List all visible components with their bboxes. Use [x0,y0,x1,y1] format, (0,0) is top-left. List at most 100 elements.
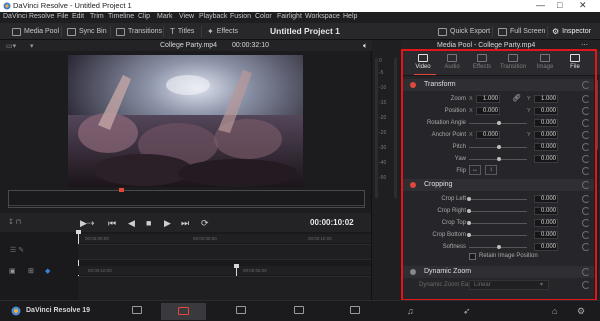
toolbar: Media Pool Sync Bin Transitions T Titles… [0,23,600,40]
edit-page-button[interactable] [161,303,206,320]
transitions-label: Transitions [128,28,162,35]
cut-page-icon [235,306,246,314]
fusion-page-button[interactable] [292,305,305,316]
effects-icon: ✦ [207,27,214,36]
menu-trim[interactable]: Trim [90,13,104,20]
sync-bin-icon [67,27,76,36]
menu-fairlight[interactable]: Fairlight [277,13,302,20]
home-icon[interactable]: ⌂ [552,306,557,316]
media-pool-button[interactable]: Media Pool [12,26,59,37]
menu-davinci-resolve[interactable]: DaVinci Resolve [3,13,54,20]
speaker-icon[interactable]: 🔈︎ [363,41,368,51]
export-icon [438,27,447,36]
davinci-resolve-logo-icon [11,306,21,316]
menu-fusion[interactable]: Fusion [230,13,251,20]
menu-help[interactable]: Help [343,13,357,20]
meter-tick: -40 [379,160,387,166]
close-button[interactable]: ✕ [579,0,587,11]
track-options-icon[interactable]: ☰ ✎ [10,246,24,254]
maximize-button[interactable]: □ [557,0,562,11]
video-track-upper[interactable] [78,244,371,260]
window-title-bar: DaVinci Resolve - Untitled Project 1 — □… [0,0,600,12]
media-page-icon [131,306,142,314]
timeline-playhead-handle[interactable] [76,230,81,234]
effects-button[interactable]: ✦ Effects [207,26,238,37]
play-button[interactable]: ▶ [164,218,171,229]
menu-view[interactable]: View [179,13,194,20]
video-frame [68,55,303,187]
scrub-playhead[interactable] [119,188,124,192]
menu-playback[interactable]: Playback [199,13,227,20]
page-navigation-bar: DaVinci Resolve 19 ♫ ➶ ⌂ ⚙ [0,300,600,321]
media-pool-icon [12,27,21,36]
meter-bar-right [394,58,397,198]
settings-gear-icon[interactable]: ⚙ [577,306,585,317]
menu-workspace[interactable]: Workspace [305,13,340,20]
meter-tick: -20 [379,115,387,121]
viewer-layout-icon[interactable]: ▭▾ [6,42,16,50]
ruler-label: 00:00:06:00 [243,268,267,273]
fairlight-page-icon[interactable]: ♫ [407,306,414,316]
playhead-timecode: 00:00:10:02 [310,218,354,227]
sync-bin-button[interactable]: Sync Bin [67,26,107,37]
minimize-button[interactable]: — [536,0,545,11]
titles-button[interactable]: T Titles [170,26,194,37]
color-page-button[interactable] [348,305,361,316]
menu-edit[interactable]: Edit [72,13,84,20]
menu-clip[interactable]: Clip [138,13,150,20]
toolbar-divider [110,26,111,37]
jump-end-button[interactable]: ⏭ [181,218,189,229]
transitions-button[interactable]: Transitions [116,26,162,37]
loop-mode-icon[interactable]: ▶⇢ [80,218,94,229]
menu-timeline[interactable]: Timeline [108,13,134,20]
inspector-options-icon[interactable]: ⋯ [581,41,588,49]
cut-page-button[interactable] [234,305,247,316]
shield-icon[interactable]: ◆ [45,267,50,275]
meter-tick: -50 [379,175,387,181]
meter-tick: 0 [379,58,382,64]
video-track-lower[interactable] [78,276,371,300]
stop-button[interactable]: ■ [146,218,151,228]
media-page-button[interactable] [130,305,143,316]
viewer-clip-name: College Party.mp4 [160,42,218,49]
transport-controls: ↧ ⊓ ▶⇢ ⏮ ◀ ■ ▶ ⏭ ⟳ 00:00:10:02 [0,213,371,232]
toolbar-divider [547,26,548,37]
zoom-dropdown[interactable]: ▾ [30,42,34,50]
meter-tick: -15 [379,100,387,106]
edit-page-icon [178,307,189,315]
meter-tick: -5 [379,70,384,76]
davinci-logo-icon [3,2,11,10]
in-out-icon[interactable]: ↧ ⊓ [8,218,21,226]
viewer-scrub-bar[interactable] [8,188,365,208]
toolbar-divider [201,26,202,37]
timeline-ruler-upper[interactable]: 00:00:05:00 00:00:08:00 00:00:10:00 [78,234,371,243]
menu-color[interactable]: Color [255,13,272,20]
ruler-label: 00:00:10:00 [88,268,112,273]
loop-button[interactable]: ⟳ [201,218,209,229]
timeline-ruler-lower[interactable]: 00:00:10:00 00:00:06:00 [78,266,371,275]
app-name: DaVinci Resolve 19 [26,307,91,314]
scrub-track [9,205,364,206]
ruler-label: 00:00:10:00 [308,236,332,241]
fusion-page-icon [293,306,304,314]
video-track-icon[interactable]: ▣ [9,267,16,275]
deliver-page-icon[interactable]: ➶ [463,306,471,317]
video-frame-image [68,55,303,187]
timeline-panel: 00:00:05:00 00:00:08:00 00:00:10:00 ☰ ✎ … [0,230,371,300]
menu-bar: DaVinci Resolve File Edit Trim Timeline … [0,12,600,23]
lock-icon[interactable]: ⊞ [28,267,34,275]
full-screen-button[interactable]: Full Screen [498,26,545,37]
viewer-duration: 00:00:32:10 [232,42,269,49]
full-screen-label: Full Screen [510,28,546,35]
quick-export-button[interactable]: Quick Export [438,26,490,37]
ruler-label: 00:00:05:00 [85,236,109,241]
inspector-button[interactable]: ⚙ Inspector [552,26,591,37]
reverse-button[interactable]: ◀ [128,218,135,229]
inspector-icon: ⚙ [552,27,560,36]
menu-file[interactable]: File [57,13,68,20]
sync-bin-label: Sync Bin [79,28,107,35]
jump-start-button[interactable]: ⏮ [108,218,116,229]
window-title: DaVinci Resolve - Untitled Project 1 [13,1,132,10]
timeline-playhead-lower-handle[interactable] [234,264,239,268]
menu-mark[interactable]: Mark [157,13,173,20]
